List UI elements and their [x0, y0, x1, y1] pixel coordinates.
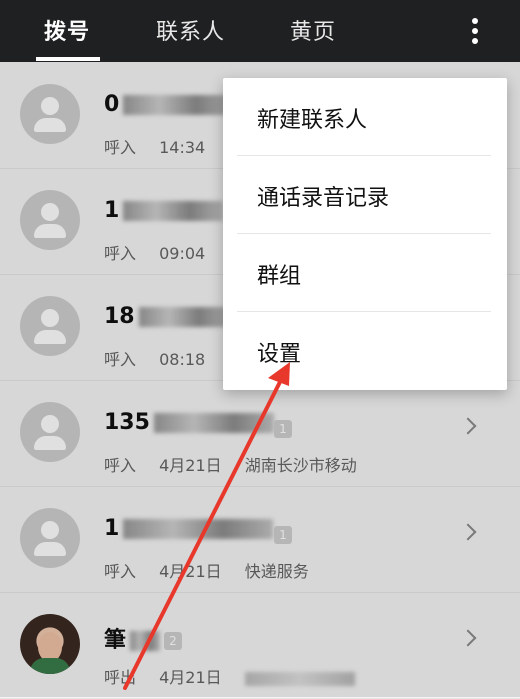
menu-item-settings[interactable]: 设置 [223, 312, 507, 390]
menu-item-label: 群组 [257, 264, 302, 289]
tab-yellow-pages[interactable]: 黄页 [290, 14, 336, 46]
top-bar: 拨号 联系人 黄页 [0, 0, 520, 62]
menu-item-label: 设置 [257, 342, 302, 367]
tab-dialer[interactable]: 拨号 [44, 14, 90, 46]
overflow-menu: 新建联系人 通话录音记录 群组 设置 [223, 78, 507, 390]
menu-item-call-recordings[interactable]: 通话录音记录 [223, 156, 507, 234]
tab-contacts[interactable]: 联系人 [156, 14, 225, 46]
menu-item-groups[interactable]: 群组 [223, 234, 507, 312]
tab-indicator [36, 57, 100, 61]
more-options-icon[interactable] [462, 14, 488, 48]
menu-item-new-contact[interactable]: 新建联系人 [223, 78, 507, 156]
menu-item-label: 通话录音记录 [257, 186, 390, 211]
menu-item-label: 新建联系人 [257, 108, 368, 133]
